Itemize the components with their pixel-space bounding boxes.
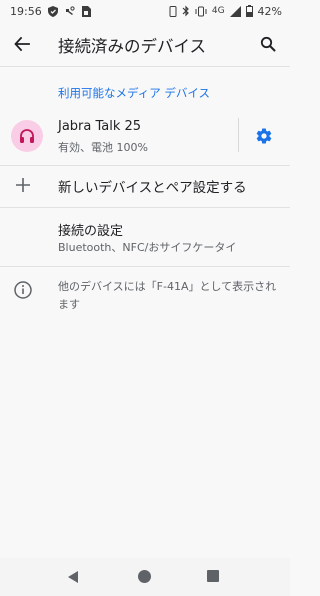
navigation-bar bbox=[0, 558, 290, 596]
device-name: Jabra Talk 25 bbox=[58, 119, 142, 134]
section-header: 利用可能なメディア デバイス bbox=[58, 86, 211, 100]
device-visible-name-info: 他のデバイスには「F-41A」として表示されます bbox=[58, 280, 277, 311]
device-divider bbox=[238, 118, 239, 152]
nav-recents-icon[interactable] bbox=[207, 570, 219, 582]
battery-icon bbox=[245, 5, 253, 17]
device-status: 有効、電池 100% bbox=[58, 141, 148, 154]
plus-icon bbox=[16, 178, 30, 192]
network-type: 4G bbox=[211, 6, 225, 16]
signal-icon bbox=[229, 5, 241, 17]
app-bar-divider bbox=[0, 66, 290, 67]
device-avatar bbox=[11, 120, 43, 152]
arrow-back-icon bbox=[14, 36, 30, 52]
sim-save-icon bbox=[81, 5, 91, 17]
vibrate-icon bbox=[169, 5, 177, 17]
shield-icon bbox=[47, 5, 58, 17]
pair-new-device-label: 新しいデバイスとペア設定する bbox=[58, 180, 247, 196]
battery-percent: 42% bbox=[257, 4, 282, 18]
prefs-divider bbox=[0, 266, 290, 267]
back-button[interactable] bbox=[8, 30, 36, 58]
device-row[interactable]: Jabra Talk 25 有効、電池 100% bbox=[0, 108, 290, 164]
connection-preferences-row[interactable]: 接続の設定 Bluetooth、NFC/おサイフケータイ bbox=[0, 210, 290, 266]
voicemail-icon bbox=[64, 5, 75, 17]
pair-divider bbox=[0, 207, 290, 208]
device-settings-button[interactable] bbox=[252, 124, 276, 148]
headset-icon bbox=[20, 129, 34, 143]
connection-preferences-title: 接続の設定 bbox=[58, 224, 124, 239]
bluetooth-icon bbox=[182, 5, 190, 17]
vibrate-mode-icon bbox=[195, 6, 207, 17]
info-icon bbox=[14, 281, 32, 299]
gear-icon bbox=[256, 128, 272, 144]
page-title: 接続済みのデバイス bbox=[58, 37, 207, 56]
search-button[interactable] bbox=[254, 30, 282, 58]
nav-home-icon[interactable] bbox=[138, 570, 151, 583]
app-bar: 接続済みのデバイス bbox=[0, 22, 290, 66]
status-bar: 19:56 4G 42% bbox=[0, 0, 290, 22]
pair-new-device-row[interactable]: 新しいデバイスとペア設定する bbox=[0, 166, 290, 206]
search-icon bbox=[260, 36, 276, 52]
connection-preferences-summary: Bluetooth、NFC/おサイフケータイ bbox=[58, 241, 237, 254]
nav-back-icon[interactable] bbox=[67, 570, 79, 584]
status-time: 19:56 bbox=[10, 4, 42, 18]
